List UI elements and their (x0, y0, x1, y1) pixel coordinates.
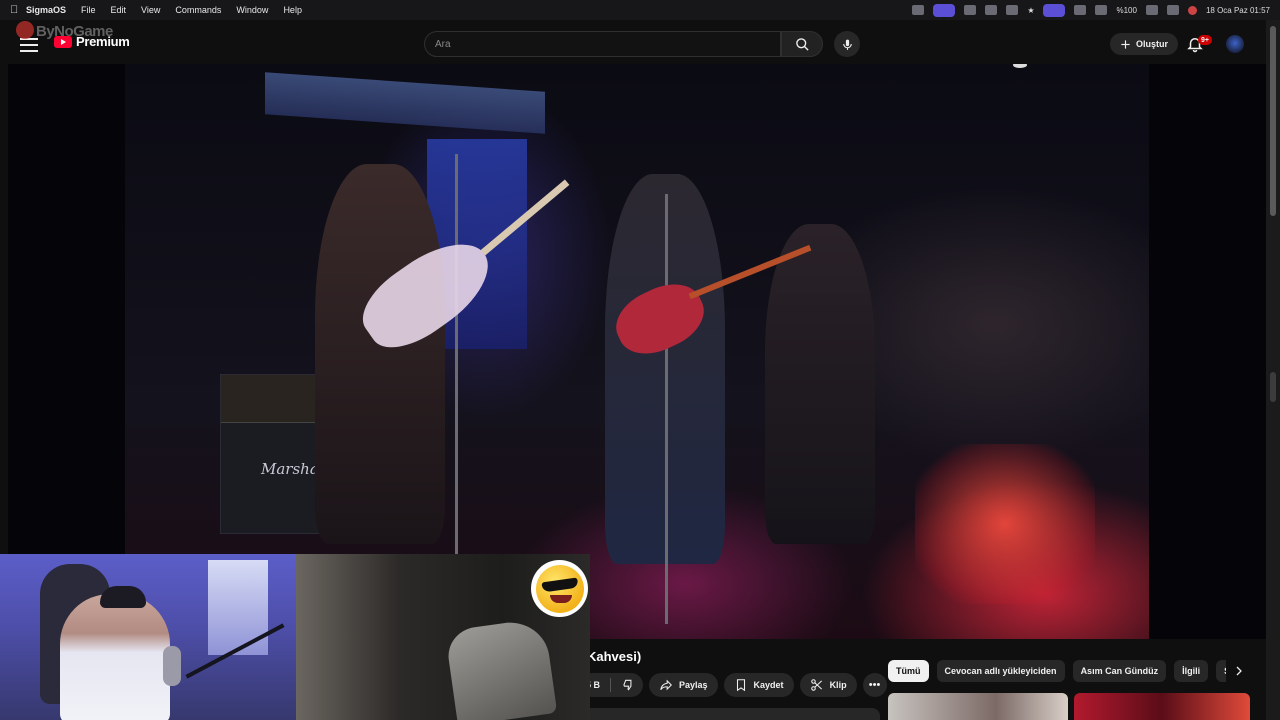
related-filter-chips: Tümü Cevocan adlı yükleyiciden Asım Can … (888, 660, 1226, 682)
search-input[interactable] (425, 32, 780, 56)
chip-all[interactable]: Tümü (888, 660, 929, 682)
tray-app-icon[interactable] (1074, 5, 1087, 15)
cool-emoji-sticker (531, 560, 588, 617)
search-box (424, 31, 781, 57)
menubar-clock[interactable]: 18 Oca Paz 01:57 (1206, 6, 1270, 15)
chip-for-you[interactable]: Siz (1216, 660, 1226, 682)
menu-commands[interactable]: Commands (175, 5, 221, 15)
create-label: Oluştur (1135, 39, 1168, 49)
chip-artist[interactable]: Asım Can Gündüz (1072, 660, 1167, 682)
chip-uploader[interactable]: Cevocan adlı yükleyiciden (936, 660, 1065, 682)
battery-percent: %100 (1116, 5, 1137, 15)
share-button[interactable]: Paylaş (649, 673, 718, 697)
recommended-video-thumbnail[interactable] (1074, 693, 1250, 720)
tray-app-icon[interactable] (912, 5, 925, 15)
studio-microphone (163, 646, 181, 686)
watermark-logo-icon (16, 21, 34, 39)
status-tray: ★ %100 18 Oca Paz 01:57 (912, 3, 1270, 17)
microphone-icon (842, 39, 852, 50)
star-icon[interactable]: ★ (1027, 6, 1034, 15)
more-horizontal-icon: ••• (868, 679, 881, 691)
video-frame: Marshall (125, 64, 1149, 639)
ceiling-light (1013, 64, 1027, 68)
save-button[interactable]: Kaydet (723, 673, 794, 697)
search-icon (795, 37, 809, 51)
window-switch-icon[interactable] (1043, 3, 1066, 17)
bassist-right (765, 224, 875, 544)
screen:  SigmaOS File Edit View Commands Window… (0, 0, 1280, 720)
video-player[interactable]: Marshall (8, 64, 1266, 639)
battery-icon[interactable] (1145, 5, 1158, 15)
description-box[interactable] (580, 708, 880, 720)
recommended-thumbnails (888, 693, 1253, 720)
video-actions: 5 B Paylaş Kaydet Klip ••• (580, 673, 887, 697)
chips-next-button[interactable] (1226, 660, 1252, 682)
screen-record-icon[interactable] (933, 3, 956, 17)
macos-menu-bar:  SigmaOS File Edit View Commands Window… (0, 0, 1280, 20)
clip-button[interactable]: Klip (799, 673, 857, 697)
menu-edit[interactable]: Edit (111, 5, 127, 15)
scissors-icon (810, 679, 822, 691)
page-scrollbar[interactable] (1266, 20, 1280, 720)
menu-file[interactable]: File (81, 5, 96, 15)
chevron-right-icon (1236, 666, 1242, 676)
account-avatar[interactable] (1226, 35, 1244, 53)
create-button[interactable]: Oluştur (1110, 33, 1178, 55)
youtube-play-icon (54, 35, 72, 48)
plus-icon (1121, 39, 1130, 49)
tray-app-icon[interactable] (964, 5, 977, 15)
scrollbar-thumb[interactable] (1270, 372, 1276, 402)
mic-stand (665, 194, 668, 624)
clip-label: Klip (829, 680, 847, 690)
apple-icon[interactable]:  (10, 4, 26, 16)
control-center-icon[interactable] (1166, 5, 1179, 15)
youtube-logo[interactable]: Premium (54, 34, 130, 49)
sunglasses-icon (540, 577, 579, 592)
tray-app-icon[interactable] (985, 5, 998, 15)
tray-app-icon[interactable] (1095, 5, 1108, 15)
save-label: Kaydet (753, 680, 784, 690)
share-label: Paylaş (679, 680, 708, 690)
logo-premium-text: Premium (76, 34, 130, 49)
menu-view[interactable]: View (141, 5, 160, 15)
streamer (60, 594, 170, 720)
audience-hands (915, 444, 1095, 604)
menu-help[interactable]: Help (283, 5, 302, 15)
voice-search-button[interactable] (834, 31, 860, 57)
menu-window[interactable]: Window (236, 5, 268, 15)
app-menu[interactable]: SigmaOS (26, 5, 66, 15)
guitarist-left (315, 164, 445, 544)
recommended-video-thumbnail[interactable] (888, 693, 1068, 720)
play-circle-icon[interactable] (1006, 5, 1019, 15)
more-actions-button[interactable]: ••• (862, 673, 887, 697)
bookmark-icon (736, 679, 745, 692)
notification-badge: 9+ (1198, 35, 1212, 45)
scrollbar-thumb[interactable] (1270, 26, 1276, 216)
search-button[interactable] (781, 31, 823, 57)
dislike-icon[interactable] (621, 678, 635, 692)
streamer-webcam (0, 554, 296, 720)
video-title: Kahvesi) (587, 649, 642, 664)
chip-related[interactable]: İlgili (1174, 660, 1209, 682)
stage-banner (265, 72, 545, 134)
siri-icon[interactable] (1187, 5, 1197, 15)
hamburger-menu-icon[interactable] (20, 38, 38, 52)
share-icon (660, 679, 673, 691)
